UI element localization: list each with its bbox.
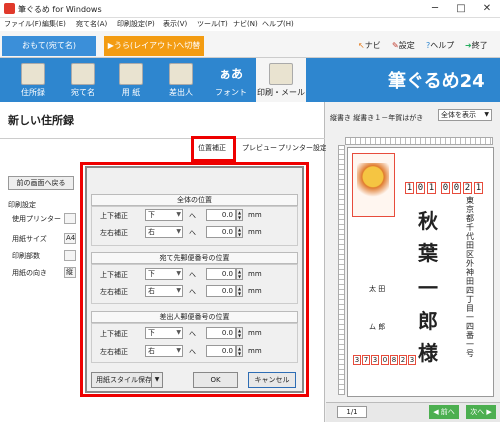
menu-help[interactable]: ヘルプ(H): [262, 19, 294, 29]
switch-back-tab[interactable]: ▶うら(レイアウト)へ切替: [104, 36, 204, 56]
toolbar-sender[interactable]: 差出人: [156, 58, 206, 102]
vertical-ruler: [338, 145, 345, 395]
menu-edit[interactable]: 編集(E): [42, 19, 66, 29]
chevron-down-icon: ▼: [484, 111, 489, 118]
view-select[interactable]: 全体を表示 ▼: [438, 109, 492, 121]
menu-print-settings[interactable]: 印刷設定(P): [117, 19, 155, 29]
toolbar-font[interactable]: ぁあ フォント: [206, 58, 256, 102]
sender-zip-digit: 0: [381, 355, 389, 365]
next-page-button[interactable]: 次へ ▶: [466, 405, 496, 419]
paper-size-label: 用紙サイズ: [12, 235, 47, 243]
printer-select[interactable]: [64, 213, 76, 224]
recipient-name-char: 葉: [418, 241, 438, 265]
maximize-button[interactable]: □: [450, 2, 472, 15]
exit-link[interactable]: ➜終了: [465, 40, 488, 51]
title-bar: 筆ぐるめ for Windows ─ □ ✕: [0, 0, 500, 18]
prev-page-button[interactable]: ◀ 前へ: [429, 405, 459, 419]
app-icon: [4, 3, 15, 14]
zip-digit: 0: [416, 182, 425, 194]
close-button[interactable]: ✕: [476, 2, 498, 15]
sender-zip-digit: 2: [399, 355, 407, 365]
tab-printer-settings[interactable]: プリンター設定: [278, 143, 327, 153]
sender-zip-digit: 7: [362, 355, 370, 365]
wrench-icon: ✎: [392, 41, 399, 50]
navi-link[interactable]: ↖ナビ: [358, 40, 381, 51]
zip-digit: 0: [452, 182, 461, 194]
sender-name: 太 田: [369, 285, 386, 293]
sender-icon: [169, 63, 193, 85]
font-icon: ぁあ: [219, 67, 244, 81]
minimize-button[interactable]: ─: [424, 2, 446, 15]
address-book-title: 新しい住所録: [8, 114, 74, 127]
exit-icon: ➜: [465, 41, 472, 50]
menu-file[interactable]: ファイル(F): [4, 19, 42, 29]
back-button[interactable]: 前の画面へ戻る: [8, 176, 74, 190]
page-indicator: 1/1: [337, 406, 367, 418]
divider: [0, 138, 325, 139]
sender-zip-digit: 3: [408, 355, 416, 365]
zip-digit: 0: [441, 182, 450, 194]
recipient-name-char: 一: [418, 276, 438, 300]
brand-logo: 筆ぐるめ24: [388, 71, 485, 92]
orientation-label: 用紙の向き: [12, 269, 47, 277]
sender-name: ム 郎: [369, 323, 386, 331]
toolbar-address-book[interactable]: 住所録: [8, 58, 58, 102]
front-tab[interactable]: おもて(宛て名): [2, 36, 96, 56]
toolbar-paper[interactable]: 用 紙: [106, 58, 156, 102]
address-book-icon: [21, 63, 45, 85]
stamp-image: [357, 163, 389, 209]
paper-icon: [119, 63, 143, 85]
navi-icon: ↖: [358, 41, 365, 50]
toolbar-print-mail[interactable]: 印刷・メール: [256, 58, 306, 102]
toolbar-addressee[interactable]: 宛て名: [58, 58, 108, 102]
highlight-frame: [191, 136, 236, 162]
zip-digit: 2: [463, 182, 472, 194]
copies-label: 印刷部数: [12, 252, 40, 260]
recipient-name-char: 郎: [418, 309, 438, 333]
menu-view[interactable]: 表示(V): [163, 19, 187, 29]
menu-tools[interactable]: ツール(T): [197, 19, 228, 29]
copies-input[interactable]: [64, 250, 76, 261]
menu-bar: ファイル(F) 編集(E) 宛て名(A) 印刷設定(P) 表示(V) ツール(T…: [0, 18, 500, 31]
layout-label: 縦書き 縦書き１－年賀はがき: [330, 114, 424, 122]
recipient-name-char: 秋: [418, 209, 438, 233]
horizontal-ruler: [345, 137, 493, 145]
menu-navi[interactable]: ナビ(N): [233, 19, 258, 29]
settings-link[interactable]: ✎設定: [392, 40, 415, 51]
tab-preview[interactable]: プレビュー: [242, 143, 277, 153]
recipient-name-char: 様: [418, 341, 438, 365]
highlight-frame: [80, 162, 309, 397]
recipient-address: 東京都千代田区外神田四丁目一四番一号: [466, 196, 474, 358]
addressee-icon: [71, 63, 95, 85]
help-link[interactable]: ?ヘルプ: [426, 40, 454, 51]
sender-zip-digit: 8: [390, 355, 398, 365]
window-title: 筆ぐるめ for Windows: [18, 5, 102, 14]
zip-digit: 1: [427, 182, 436, 194]
print-settings-heading: 印刷設定: [8, 201, 36, 209]
printer-label: 使用プリンター: [12, 215, 61, 223]
sender-zip-digit: 3: [371, 355, 379, 365]
zip-digit: 1: [474, 182, 483, 194]
orientation-select[interactable]: 縦: [64, 267, 76, 278]
printer-icon: [269, 63, 293, 85]
menu-address[interactable]: 宛て名(A): [76, 19, 107, 29]
zip-digit: 1: [405, 182, 414, 194]
paper-size-select[interactable]: A4: [64, 233, 76, 244]
sender-zip-digit: 3: [353, 355, 361, 365]
